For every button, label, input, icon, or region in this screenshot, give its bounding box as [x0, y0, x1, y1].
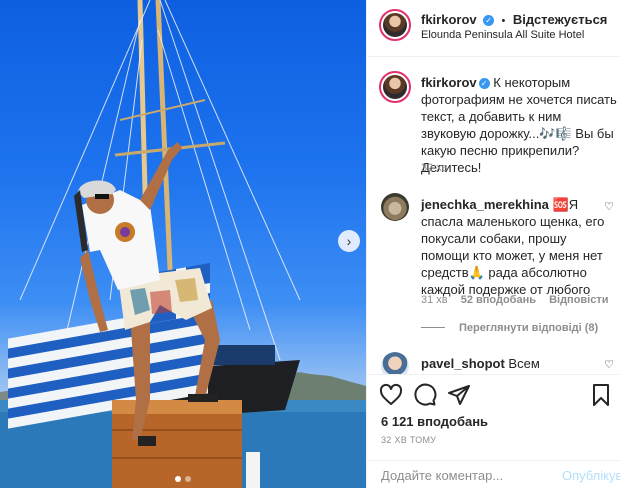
- location-link[interactable]: Elounda Peninsula All Suite Hotel: [421, 29, 584, 41]
- comment-text: 🆘Я спасла маленького щенка, его покусали…: [421, 197, 605, 297]
- share-icon[interactable]: [447, 383, 471, 407]
- comment-avatar[interactable]: [381, 193, 409, 221]
- verified-badge-icon: ✓: [478, 78, 490, 89]
- post-comment-button[interactable]: Опублікувати: [562, 468, 620, 483]
- likes-count[interactable]: 6 121 вподобань: [381, 414, 488, 429]
- caption: fkirkorov ✓ К некоторым фотографиям не хо…: [421, 74, 617, 176]
- comment-likes[interactable]: 52 вподобань: [461, 294, 536, 306]
- verified-badge-icon: ✓: [483, 15, 495, 26]
- comment-input[interactable]: [381, 468, 551, 483]
- comment-avatar[interactable]: [381, 352, 409, 374]
- follow-status-button[interactable]: Відстежується: [513, 12, 608, 27]
- author-avatar[interactable]: [379, 9, 411, 41]
- post-panel: fkirkorov ✓ • Відстежується Elounda Peni…: [366, 0, 620, 488]
- bookmark-icon[interactable]: [589, 383, 613, 407]
- comment-time[interactable]: 31 хв: [421, 294, 448, 306]
- caption-meta: 32 хв: [421, 162, 458, 174]
- comment-bar: Опублікувати: [367, 460, 620, 488]
- comment-like-heart-icon[interactable]: ♡: [604, 358, 614, 371]
- carousel-dot-active: [175, 476, 181, 482]
- caption-time[interactable]: 32 хв: [421, 162, 448, 174]
- post-photo[interactable]: ›: [0, 0, 366, 488]
- author-username[interactable]: fkirkorov: [421, 12, 477, 27]
- carousel-dot: [185, 476, 191, 482]
- caption-username[interactable]: fkirkorov: [421, 75, 477, 90]
- next-photo-icon[interactable]: ›: [338, 230, 360, 252]
- reply-button[interactable]: Відповісти: [549, 294, 608, 306]
- comment: jenechka_merekhina 🆘Я спасла маленького …: [421, 196, 605, 298]
- caption-avatar[interactable]: [379, 71, 411, 103]
- comment-meta: 31 хв 52 вподобань Відповісти: [421, 294, 619, 306]
- heart-icon[interactable]: [379, 383, 403, 407]
- post-time[interactable]: 32 ХВ ТОМУ: [381, 435, 436, 445]
- caption-text: К некоторым фотографиям не хочется писат…: [421, 75, 617, 175]
- carousel-dots: [175, 476, 191, 482]
- comment-like-heart-icon[interactable]: ♡: [604, 200, 614, 213]
- comment-icon[interactable]: [413, 383, 437, 407]
- comment-username[interactable]: jenechka_merekhina: [421, 197, 549, 212]
- photo-scene: [0, 0, 366, 488]
- comment-text: Всем: [508, 356, 540, 371]
- view-replies-button[interactable]: Переглянути відповіді (8): [421, 322, 598, 334]
- post-actions: 6 121 вподобань 32 ХВ ТОМУ Опублікувати: [367, 374, 620, 488]
- post-header: fkirkorov ✓ • Відстежується Elounda Peni…: [367, 0, 620, 57]
- comment-username[interactable]: pavel_shopot: [421, 356, 505, 371]
- comment: pavel_shopot Всем: [421, 355, 617, 374]
- separator: •: [501, 15, 506, 27]
